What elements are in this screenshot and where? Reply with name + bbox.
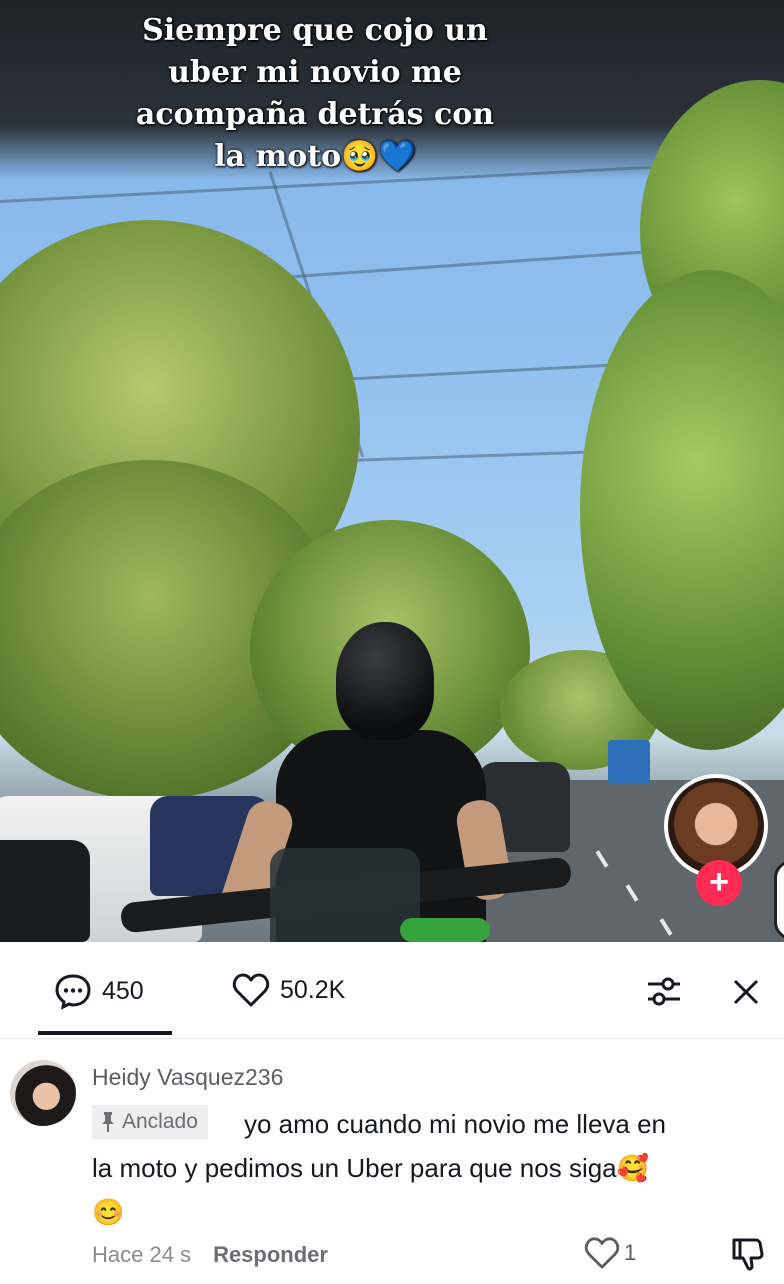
pin-icon xyxy=(102,1112,114,1132)
comment-bubble-icon xyxy=(55,974,91,1010)
comment-item: Heidy Vasquez236 yo amo cuando mi novio … xyxy=(0,1040,784,1284)
commenter-avatar[interactable] xyxy=(10,1060,76,1126)
caption-line: uber mi novio me xyxy=(168,55,462,90)
side-button[interactable] xyxy=(774,860,784,940)
comment-like-button[interactable]: 1 xyxy=(584,1236,636,1270)
motorbike-fairing xyxy=(400,918,490,942)
comment-username[interactable]: Heidy Vasquez236 xyxy=(92,1064,283,1091)
active-tab-indicator xyxy=(38,1031,172,1035)
motorbike-windscreen xyxy=(270,848,420,942)
pinned-badge: Anclado xyxy=(92,1105,208,1139)
heart-outline-icon xyxy=(584,1237,620,1269)
close-icon[interactable] xyxy=(726,972,766,1012)
caption-line: acompaña detrás con xyxy=(135,97,495,132)
video-caption: Siempre que cojo un uber mi novio me aco… xyxy=(110,10,520,178)
comment-time: Hace 24 s xyxy=(92,1242,192,1267)
heart-outline-icon xyxy=(232,973,270,1007)
caption-line: la moto🥹💙 xyxy=(214,139,416,174)
caption-line: Siempre que cojo un xyxy=(142,13,488,48)
reply-button[interactable]: Responder xyxy=(213,1242,328,1268)
dark-car xyxy=(0,840,90,942)
sliders-icon[interactable] xyxy=(644,972,684,1012)
video-frame[interactable]: Siempre que cojo un uber mi novio me aco… xyxy=(0,0,784,942)
follow-button[interactable]: + xyxy=(696,860,742,906)
tab-likes[interactable]: 50.2K xyxy=(232,972,345,1008)
pinned-label: Anclado xyxy=(122,1110,198,1133)
comment-like-count: 1 xyxy=(624,1240,637,1265)
comment-meta: Hace 24 s Responder xyxy=(92,1242,328,1268)
comments-count: 450 xyxy=(102,976,144,1005)
tab-comments[interactable]: 450 xyxy=(54,972,144,1010)
likes-count: 50.2K xyxy=(280,975,346,1004)
comment-panel-header: 450 50.2K xyxy=(0,942,784,1039)
thumbs-down-icon[interactable] xyxy=(730,1236,764,1272)
helmet xyxy=(336,622,434,740)
bus xyxy=(608,740,650,784)
